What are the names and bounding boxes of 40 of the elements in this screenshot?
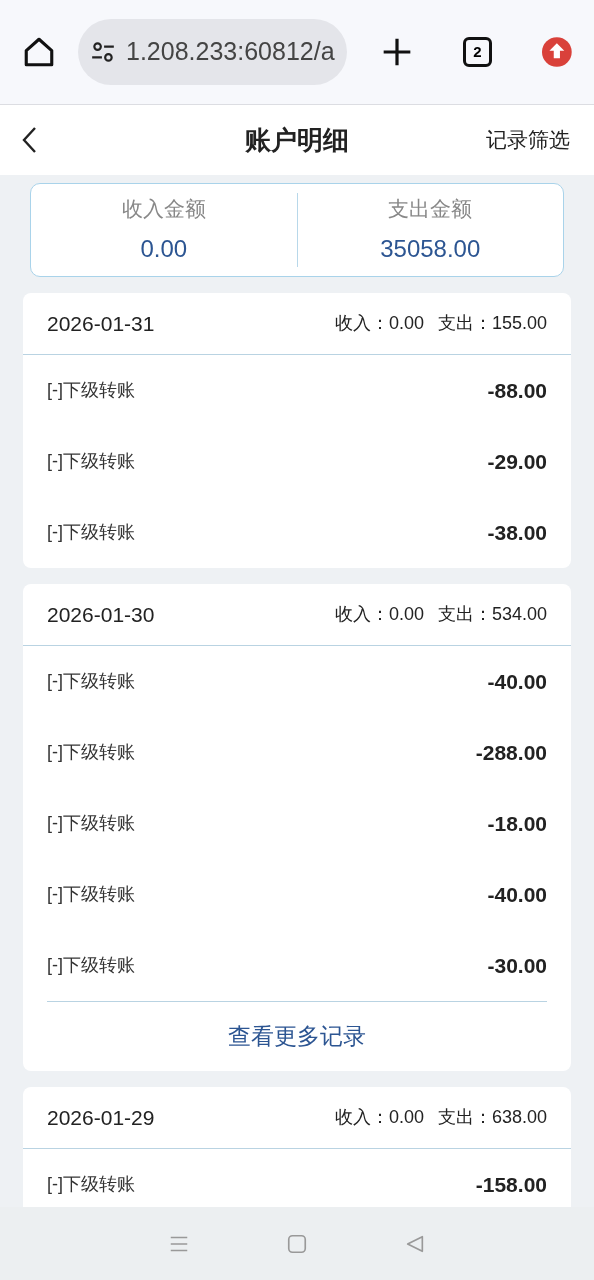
address-bar[interactable]: 1.208.233:60812/a — [78, 19, 347, 85]
transaction-amount: -29.00 — [487, 448, 547, 475]
income-total: 收入：0.00 — [334, 603, 424, 626]
summary-value: 35058.00 — [380, 233, 481, 264]
home-icon[interactable] — [22, 35, 56, 69]
transaction-label: [-]下级转账 — [47, 954, 135, 977]
transaction-label: [-]下级转账 — [47, 883, 135, 906]
transaction-label: [-]下级转账 — [47, 670, 135, 693]
transaction-label: [-]下级转账 — [47, 450, 135, 473]
summary-label: 支出金额 — [388, 196, 473, 223]
site-settings-icon[interactable] — [90, 39, 116, 65]
expense-total: 支出：534.00 — [437, 603, 547, 626]
url-text: 1.208.233:60812/a — [126, 36, 335, 68]
transaction-amount: -158.00 — [475, 1171, 547, 1198]
expense-total: 支出：155.00 — [437, 312, 547, 335]
transaction-amount: -40.00 — [487, 881, 547, 908]
upload-icon[interactable] — [542, 37, 572, 67]
page-title: 账户明细 — [245, 123, 349, 157]
summary-value: 0.00 — [140, 233, 188, 264]
transaction-amount: -30.00 — [487, 952, 547, 979]
expense-total: 支出：638.00 — [437, 1106, 547, 1129]
date-text: 2026-01-30 — [47, 601, 155, 628]
transaction-label: [-]下级转账 — [47, 741, 135, 764]
date-text: 2026-01-31 — [47, 310, 155, 337]
summary-label: 收入金额 — [121, 196, 206, 223]
income-total: 收入：0.00 — [334, 1106, 424, 1129]
transaction-amount: -288.00 — [475, 739, 547, 766]
transaction-label: [-]下级转账 — [47, 379, 135, 402]
transaction-amount: -18.00 — [487, 810, 547, 837]
view-more-link[interactable]: 查看更多记录 — [228, 1019, 366, 1054]
transaction-amount: -40.00 — [487, 668, 547, 695]
transaction-label: [-]下级转账 — [47, 1173, 135, 1196]
transaction-label: [-]下级转账 — [47, 521, 135, 544]
date-text: 2026-01-29 — [47, 1104, 155, 1131]
tab-count[interactable]: 2 — [462, 37, 493, 67]
income-total: 收入：0.00 — [334, 312, 424, 335]
transaction-label: [-]下级转账 — [47, 812, 135, 835]
transaction-amount: -88.00 — [487, 377, 547, 404]
transaction-amount: -38.00 — [487, 519, 547, 546]
filter-link[interactable]: 记录筛选 — [486, 124, 570, 156]
